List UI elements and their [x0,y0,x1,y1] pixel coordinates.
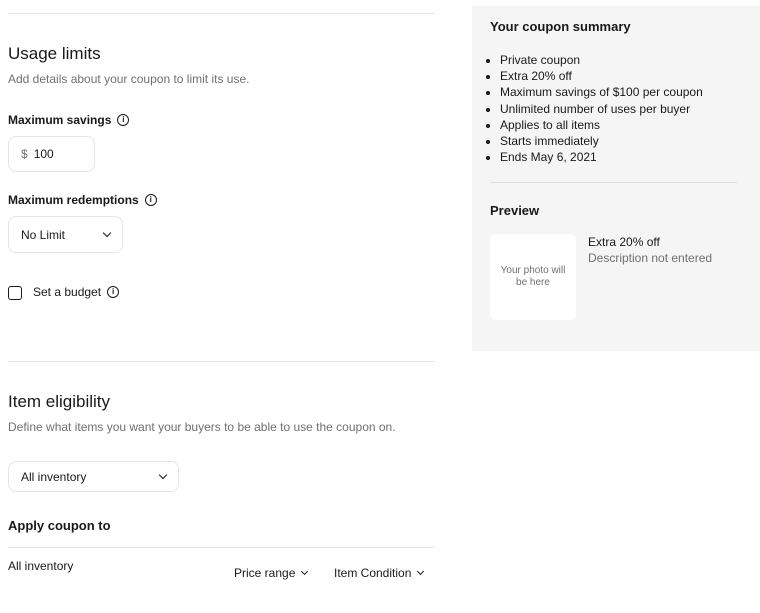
summary-item: Maximum savings of $100 per coupon [500,84,703,100]
maximum-savings-input-box[interactable]: $ [8,136,95,172]
coupon-summary-list: Private coupon Extra 20% off Maximum sav… [500,52,703,165]
summary-item: Unlimited number of uses per buyer [500,101,703,117]
summary-item: Applies to all items [500,117,703,133]
usage-limits-heading: Usage limits [8,44,101,63]
item-eligibility-heading: Item eligibility [8,392,111,411]
set-budget-label-text: Set a budget [33,285,102,299]
maximum-redemptions-label: Maximum redemptions i [8,193,157,207]
summary-item: Ends May 6, 2021 [500,149,703,165]
set-budget-checkbox[interactable] [8,286,22,300]
chevron-down-icon [301,567,309,576]
maximum-savings-label-text: Maximum savings [8,113,112,127]
coupon-summary-panel: Your coupon summary Private coupon Extra… [472,6,760,351]
maximum-savings-input[interactable] [33,147,74,161]
item-condition-label: Item Condition [334,566,412,580]
chevron-down-icon [158,470,168,480]
section-divider [8,361,435,362]
currency-prefix: $ [21,147,28,161]
maximum-redemptions-select[interactable]: No Limit [8,216,123,253]
summary-item: Extra 20% off [500,68,703,84]
info-icon[interactable]: i [144,194,157,206]
info-icon[interactable]: i [107,286,120,298]
inventory-select[interactable]: All inventory [8,461,179,492]
preview-offer: Extra 20% off [588,235,660,249]
item-condition-filter[interactable]: Item Condition [334,566,425,580]
inventory-select-value: All inventory [21,469,87,484]
chevron-down-icon [417,567,425,576]
coupon-summary-title: Your coupon summary [490,19,631,34]
maximum-redemptions-label-text: Maximum redemptions [8,193,139,207]
usage-limits-description: Add details about your coupon to limit i… [8,72,250,86]
apply-divider [8,547,435,548]
apply-coupon-value: All inventory [8,559,74,573]
item-eligibility-description: Define what items you want your buyers t… [8,420,396,434]
price-range-label: Price range [234,566,296,580]
set-budget-label: Set a budget i [33,285,120,299]
summary-item: Private coupon [500,52,703,68]
top-divider [8,13,435,14]
chevron-down-icon [102,228,112,238]
preview-description: Description not entered [588,251,713,265]
summary-item: Starts immediately [500,133,703,149]
photo-placeholder: Your photo will be here [490,234,576,320]
maximum-redemptions-value: No Limit [21,227,66,242]
price-range-filter[interactable]: Price range [234,566,309,580]
info-icon[interactable]: i [117,114,130,126]
maximum-savings-label: Maximum savings i [8,113,130,127]
summary-divider [490,182,737,183]
apply-coupon-heading: Apply coupon to [8,518,111,533]
preview-title: Preview [490,203,540,218]
